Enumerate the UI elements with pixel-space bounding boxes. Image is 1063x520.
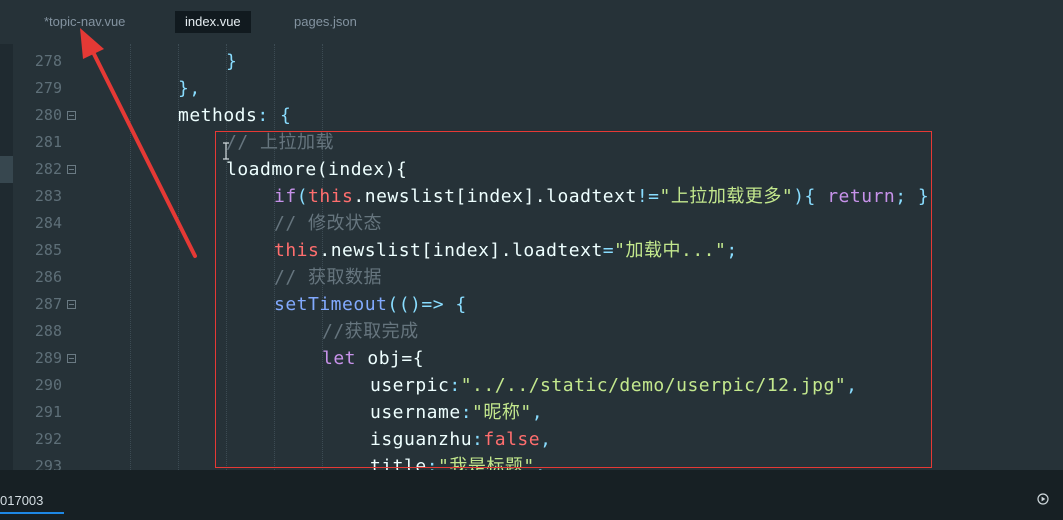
text-cursor-icon [223,142,229,160]
annotation-arrow-icon [80,28,197,258]
status-item[interactable]: 017003 [0,493,43,508]
status-underline [0,512,64,514]
play-circle-icon[interactable] [1037,493,1049,505]
status-bar: 017003 [0,470,1063,520]
